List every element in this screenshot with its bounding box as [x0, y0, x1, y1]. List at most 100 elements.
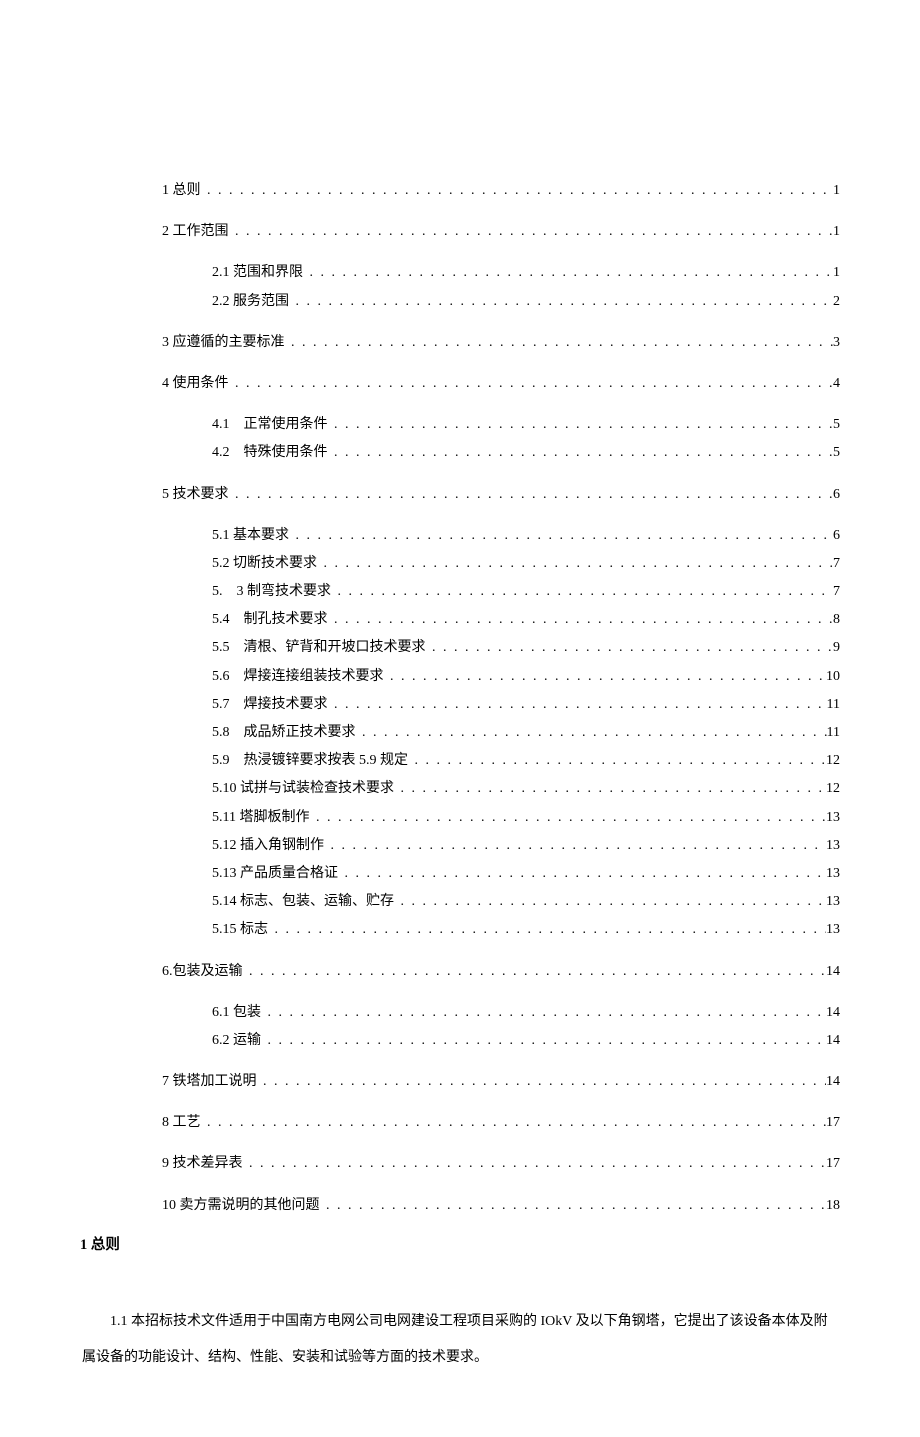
- toc-page-number: 14: [826, 1069, 840, 1094]
- toc-page-number: 13: [826, 805, 840, 830]
- toc-leader-dots: [321, 551, 834, 576]
- toc-leader-dots: [204, 1110, 826, 1135]
- toc-entry: 4.2 特殊使用条件 5: [80, 440, 840, 465]
- toc-label: 4 使用条件: [162, 371, 232, 396]
- toc-leader-dots: [328, 833, 827, 858]
- toc-label: 6.2 运输: [212, 1028, 265, 1053]
- toc-label: 5 技术要求: [162, 482, 232, 507]
- toc-entry: 2.1 范围和界限 1: [80, 260, 840, 285]
- toc-page-number: 13: [826, 861, 840, 886]
- toc-label: 5.5 清根、铲背和开坡口技术要求: [212, 635, 429, 660]
- toc-page-number: 18: [826, 1193, 840, 1218]
- toc-label: 7 铁塔加工说明: [162, 1069, 260, 1094]
- toc-label: 5.10 试拼与试装检查技术要求: [212, 776, 398, 801]
- toc-entry: 5.9 热浸镀锌要求按表 5.9 规定 12: [80, 748, 840, 773]
- toc-label: 2 工作范围: [162, 219, 232, 244]
- toc-page-number: 1: [833, 178, 840, 203]
- toc-label: 9 技术差异表: [162, 1151, 246, 1176]
- toc-entry: 5.5 清根、铲背和开坡口技术要求 9: [80, 635, 840, 660]
- toc-page-number: 13: [826, 833, 840, 858]
- toc-page-number: 7: [833, 551, 840, 576]
- toc-entry: 5.4 制孔技术要求 8: [80, 607, 840, 632]
- toc-entry: 5.11 塔脚板制作 13: [80, 805, 840, 830]
- toc-leader-dots: [412, 748, 827, 773]
- toc-label: 2.1 范围和界限: [212, 260, 307, 285]
- toc-entry: 5.8 成品矫正技术要求 11: [80, 720, 840, 745]
- toc-entry: 7 铁塔加工说明 14: [80, 1069, 840, 1094]
- toc-entry: 5.12 插入角钢制作 13: [80, 833, 840, 858]
- toc-label: 5.1 基本要求: [212, 523, 293, 548]
- toc-leader-dots: [260, 1069, 826, 1094]
- toc-entry: 2 工作范围 1: [80, 219, 840, 244]
- toc-leader-dots: [272, 917, 827, 942]
- toc-entry: 6.1 包装 14: [80, 1000, 840, 1025]
- toc-entry: 6.2 运输 14: [80, 1028, 840, 1053]
- toc-page-number: 7: [833, 579, 840, 604]
- toc-label: 5.8 成品矫正技术要求: [212, 720, 359, 745]
- toc-label: 5.2 切断技术要求: [212, 551, 321, 576]
- toc-label: 4.2 特殊使用条件: [212, 440, 331, 465]
- toc-label: 10 卖方需说明的其他问题: [162, 1193, 323, 1218]
- toc-leader-dots: [323, 1193, 826, 1218]
- toc-leader-dots: [331, 440, 833, 465]
- toc-label: 5.13 产品质量合格证: [212, 861, 342, 886]
- toc-label: 5.11 塔脚板制作: [212, 805, 313, 830]
- toc-page-number: 17: [826, 1151, 840, 1176]
- toc-leader-dots: [232, 219, 833, 244]
- toc-page-number: 17: [826, 1110, 840, 1135]
- toc-entry: 9 技术差异表 17: [80, 1151, 840, 1176]
- toc-page-number: 1: [833, 219, 840, 244]
- toc-entry: 5.13 产品质量合格证 13: [80, 861, 840, 886]
- toc-leader-dots: [359, 720, 827, 745]
- toc-leader-dots: [265, 1000, 827, 1025]
- toc-page-number: 5: [833, 440, 840, 465]
- toc-entry: 5.2 切断技术要求 7: [80, 551, 840, 576]
- toc-leader-dots: [335, 579, 834, 604]
- toc-entry: 10 卖方需说明的其他问题 18: [80, 1193, 840, 1218]
- toc-leader-dots: [342, 861, 827, 886]
- toc-page-number: 6: [833, 482, 840, 507]
- toc-page-number: 14: [826, 1000, 840, 1025]
- toc-leader-dots: [293, 289, 834, 314]
- toc-label: 8 工艺: [162, 1110, 204, 1135]
- toc-page-number: 10: [826, 664, 840, 689]
- toc-entry: 6.包装及运输 14: [80, 959, 840, 984]
- toc-label: 5. 3 制弯技术要求: [212, 579, 335, 604]
- toc-entry: 2.2 服务范围 2: [80, 289, 840, 314]
- toc-page-number: 12: [826, 748, 840, 773]
- toc-entry: 1 总则 1: [80, 178, 840, 203]
- toc-entry: 4 使用条件 4: [80, 371, 840, 396]
- toc-label: 5.6 焊接连接组装技术要求: [212, 664, 387, 689]
- toc-page-number: 3: [833, 330, 840, 355]
- toc-label: 5.4 制孔技术要求: [212, 607, 331, 632]
- toc-entry: 5. 3 制弯技术要求 7: [80, 579, 840, 604]
- toc-leader-dots: [246, 959, 826, 984]
- toc-leader-dots: [398, 776, 827, 801]
- paragraph-1-1: 1.1 本招标技术文件适用于中国南方电网公司电网建设工程项目采购的 IOkV 及…: [80, 1304, 840, 1377]
- toc-label: 1 总则: [162, 178, 204, 203]
- toc-leader-dots: [293, 523, 834, 548]
- document-page: 1 总则 12 工作范围 12.1 范围和界限 12.2 服务范围 23 应遵循…: [0, 0, 920, 1437]
- toc-leader-dots: [246, 1151, 826, 1176]
- section-heading-1: 1 总则: [80, 1232, 840, 1258]
- toc-label: 6.1 包装: [212, 1000, 265, 1025]
- toc-label: 5.15 标志: [212, 917, 272, 942]
- toc-leader-dots: [313, 805, 826, 830]
- toc-page-number: 5: [833, 412, 840, 437]
- toc-leader-dots: [429, 635, 833, 660]
- toc-leader-dots: [204, 178, 833, 203]
- toc-entry: 5 技术要求 6: [80, 482, 840, 507]
- toc-leader-dots: [331, 692, 827, 717]
- toc-label: 2.2 服务范围: [212, 289, 293, 314]
- toc-page-number: 4: [833, 371, 840, 396]
- toc-leader-dots: [387, 664, 826, 689]
- toc-entry: 3 应遵循的主要标准 3: [80, 330, 840, 355]
- toc-leader-dots: [331, 607, 833, 632]
- toc-page-number: 11: [827, 692, 840, 717]
- toc-page-number: 14: [826, 1028, 840, 1053]
- toc-label: 4.1 正常使用条件: [212, 412, 331, 437]
- toc-page-number: 11: [827, 720, 840, 745]
- toc-label: 5.14 标志、包装、运输、贮存: [212, 889, 398, 914]
- toc-entry: 5.15 标志 13: [80, 917, 840, 942]
- toc-entry: 4.1 正常使用条件 5: [80, 412, 840, 437]
